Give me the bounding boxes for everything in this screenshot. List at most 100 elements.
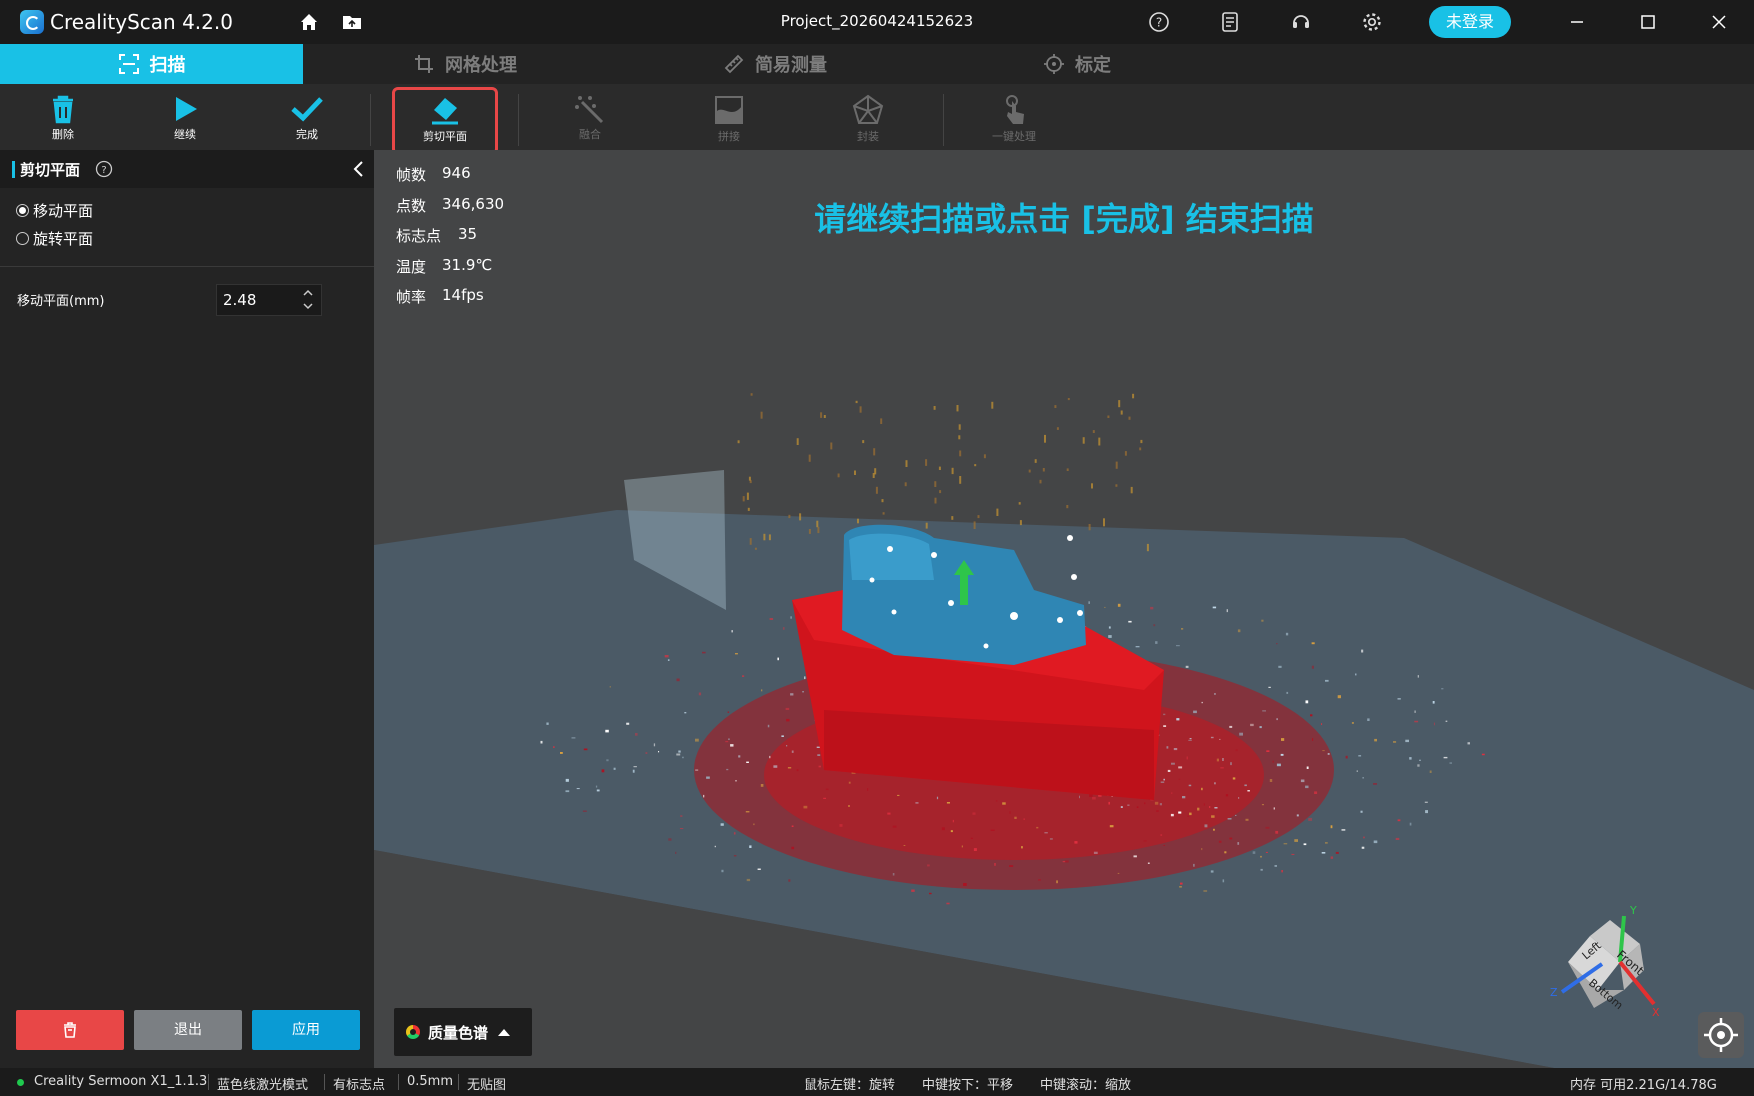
connection-indicator: [17, 1079, 24, 1086]
trash-icon: [53, 95, 73, 124]
login-button[interactable]: 未登录: [1429, 6, 1511, 38]
stitch-icon: [715, 96, 743, 124]
stat-points-label: 点数: [396, 197, 427, 215]
help-icon[interactable]: ?: [95, 160, 113, 178]
panel-title: 剪切平面: [20, 161, 81, 179]
stat-temp-value: 31.9℃: [442, 256, 493, 274]
finish-label: 完成: [296, 128, 318, 141]
checkmark-icon: [291, 97, 323, 122]
view-cube[interactable]: Y X Z Left Front Bottom: [1540, 904, 1660, 1022]
hint-rotate: 鼠标左键：旋转: [804, 1078, 896, 1093]
tab-mesh[interactable]: 网格处理: [390, 44, 540, 84]
3d-viewport[interactable]: 帧数 946 点数 346,630 标志点 35 温度 31.9℃ 帧率 14fps 请继…: [374, 150, 1754, 1068]
caret-up-icon: [498, 1028, 511, 1036]
mesh-icon: [852, 94, 884, 124]
hint-pan: 中键按下：平移: [922, 1078, 1014, 1093]
tab-scan[interactable]: 扫描: [0, 44, 303, 84]
increment-icon[interactable]: [301, 287, 315, 299]
maximize-icon[interactable]: [1637, 11, 1659, 33]
status-markers: 有标志点: [333, 1078, 386, 1093]
toolbar: 删除 继续 完成 剪切平面 融合 拼接 封装 一键处理: [0, 84, 1754, 155]
help-icon[interactable]: ?: [1148, 11, 1170, 33]
encapsulate-button[interactable]: 封装: [828, 88, 908, 148]
toolbar-divider: [518, 94, 519, 146]
minimize-icon[interactable]: [1566, 11, 1588, 33]
trash-icon: [64, 1022, 76, 1038]
scan-icon: [118, 54, 139, 74]
touch-icon: [1006, 95, 1024, 124]
tab-measure-label: 简易测量: [755, 55, 827, 76]
reset-delete-button[interactable]: [16, 1010, 124, 1050]
notes-icon[interactable]: [1219, 11, 1241, 33]
cut-plane-label: 剪切平面: [423, 130, 467, 143]
oneclick-label: 一键处理: [992, 130, 1036, 143]
tab-scan-label: 扫描: [149, 55, 186, 76]
radio-rotate-label: 旋转平面: [33, 230, 94, 248]
fuse-label: 融合: [579, 128, 601, 141]
move-plane-label: 移动平面(mm): [17, 294, 105, 309]
status-divider: [398, 1074, 399, 1090]
stat-fps-label: 帧率: [396, 288, 427, 306]
status-scan-mode: 蓝色线激光模式: [217, 1078, 309, 1093]
move-plane-input[interactable]: [219, 285, 295, 315]
quality-colormap-button[interactable]: 质量色谱: [394, 1008, 532, 1056]
eraser-icon: [432, 98, 458, 125]
exit-button[interactable]: 退出: [134, 1010, 242, 1050]
stitch-button[interactable]: 拼接: [689, 88, 769, 148]
stat-markers: 标志点 35: [396, 225, 477, 246]
fuse-button[interactable]: 融合: [550, 88, 630, 148]
panel-header: 剪切平面 ?: [0, 150, 374, 188]
status-divider: [324, 1074, 325, 1090]
radio-move-label: 移动平面: [33, 202, 94, 220]
encapsulate-label: 封装: [857, 130, 879, 143]
scanned-model-top: [849, 533, 934, 580]
play-icon: [176, 97, 197, 121]
magic-wand-icon: [575, 96, 604, 124]
stat-temp-label: 温度: [396, 258, 427, 276]
cut-plane-button[interactable]: 剪切平面: [392, 87, 498, 155]
stat-framerate: 帧率 14fps: [396, 286, 484, 307]
svg-text:?: ?: [1156, 16, 1162, 30]
collapse-panel-icon[interactable]: [352, 160, 366, 178]
memory-usage: 内存 可用2.21G/14.78G: [1570, 1078, 1717, 1093]
mode-tabs: 扫描 网格处理 简易测量 标定: [0, 44, 1754, 84]
recenter-view-button[interactable]: [1698, 1012, 1744, 1058]
delete-button[interactable]: 删除: [23, 88, 103, 148]
stat-markers-value: 35: [458, 225, 478, 243]
status-divider: [458, 1074, 459, 1090]
stat-frames-label: 帧数: [396, 166, 427, 184]
stitch-label: 拼接: [718, 130, 740, 143]
hint-zoom: 中键滚动：缩放: [1040, 1078, 1132, 1093]
ruler-icon: [724, 54, 744, 74]
status-device: Creality Sermoon X1_1.1.3: [34, 1074, 208, 1089]
tab-measure[interactable]: 简易测量: [700, 44, 850, 84]
finish-button[interactable]: 完成: [267, 88, 347, 148]
radio-rotate-plane[interactable]: 旋转平面: [16, 228, 93, 249]
status-texture: 无贴图: [467, 1078, 507, 1093]
support-icon[interactable]: [1290, 11, 1312, 33]
apply-button[interactable]: 应用: [252, 1010, 360, 1050]
folder-icon[interactable]: [341, 11, 363, 33]
title-bar: CrealityScan 4.2.0 Project_2026042415262…: [0, 0, 1754, 44]
colormap-icon: [406, 1025, 420, 1039]
svg-text:?: ?: [101, 165, 106, 176]
move-plane-stepper[interactable]: [216, 284, 322, 316]
continue-label: 继续: [174, 128, 196, 141]
gear-icon[interactable]: [1361, 11, 1383, 33]
radio-dot-selected: [16, 204, 29, 217]
home-icon[interactable]: [298, 11, 320, 33]
stat-frames: 帧数 946: [396, 164, 471, 185]
status-divider: [208, 1074, 209, 1090]
decrement-icon[interactable]: [301, 300, 315, 312]
status-resolution: 0.5mm: [407, 1074, 454, 1089]
toolbar-divider: [370, 94, 371, 146]
radio-move-plane[interactable]: 移动平面: [16, 200, 93, 221]
close-icon[interactable]: [1708, 11, 1730, 33]
stat-fps-value: 14fps: [442, 286, 484, 304]
continue-button[interactable]: 继续: [145, 88, 225, 148]
stat-markers-label: 标志点: [396, 227, 442, 245]
oneclick-button[interactable]: 一键处理: [974, 88, 1054, 148]
tab-calibrate[interactable]: 标定: [1022, 44, 1132, 84]
panel-divider: [0, 266, 374, 267]
quality-colormap-label: 质量色谱: [428, 1023, 489, 1042]
